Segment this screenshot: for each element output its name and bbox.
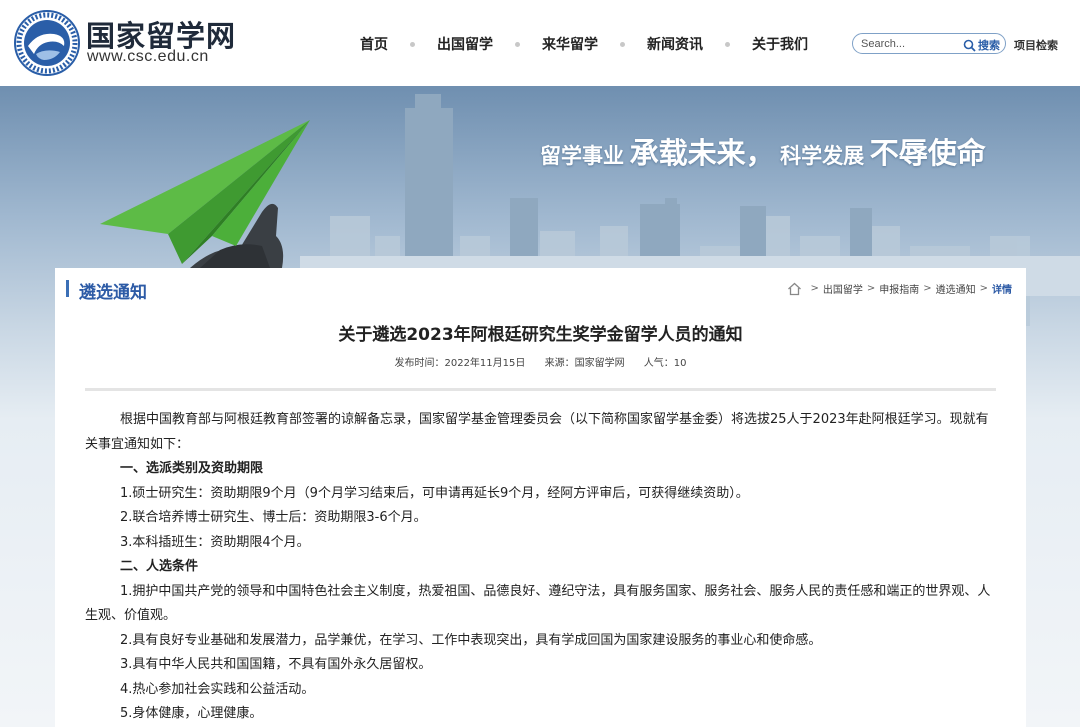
paragraph: 2.具有良好专业基础和发展潜力，品学兼优，在学习、工作中表现突出，具有学成回国为…: [120, 632, 822, 648]
breadcrumb: > 出国留学 > 申报指南 > 遴选通知 > 详情: [787, 281, 1012, 296]
article-title: 关于遴选2023年阿根廷研究生奖学金留学人员的通知: [338, 325, 743, 345]
nav-item-study-in-china[interactable]: 来华留学: [542, 34, 598, 54]
nav-separator: [725, 41, 730, 47]
content-panel: 遴选通知 > 出国留学 > 申报指南 > 遴选通知 > 详情 关于遴选2023年…: [55, 268, 1026, 727]
search-button[interactable]: 搜索: [978, 37, 1000, 53]
search-box: 搜索: [852, 33, 1006, 54]
main-nav: 首页 出国留学 来华留学 新闻资讯 关于我们: [360, 34, 808, 54]
nav-separator: [515, 41, 520, 47]
nav-item-about[interactable]: 关于我们: [752, 34, 808, 54]
search-input[interactable]: [861, 36, 961, 51]
publish-date: 发布时间：2022年11月15日: [394, 358, 525, 369]
breadcrumb-separator: >: [810, 283, 819, 294]
section-title: 遴选通知: [79, 283, 147, 303]
paragraph: 2.联合培养博士研究生、博士后：资助期限3-6个月。: [120, 510, 427, 525]
article-body: 根据中国教育部与阿根廷教育部签署的谅解备忘录，国家留学基金管理委员会（以下简称国…: [85, 408, 995, 727]
section-heading: 一、选派类别及资助期限: [120, 461, 264, 476]
slogan-part-2: 承载未来，: [629, 136, 775, 170]
breadcrumb-guide[interactable]: 申报指南: [879, 281, 919, 296]
nav-item-study-abroad[interactable]: 出国留学: [437, 34, 493, 54]
breadcrumb-separator: >: [979, 283, 988, 294]
site-header: 国家留学网 www.csc.edu.cn 首页 出国留学 来华留学 新闻资讯 关…: [0, 0, 1080, 86]
paragraph: 1.硕士研究生：资助期限9个月（9个月学习结束后，可申请再延长9个月，经阿方评审…: [120, 485, 749, 501]
views-label: 人气：: [643, 358, 674, 369]
article-meta: 发布时间：2022年11月15日 来源：国家留学网 人气：10: [55, 354, 1026, 369]
breadcrumb-current: 详情: [992, 285, 1012, 296]
csc-logo[interactable]: [14, 10, 80, 76]
source-label: 来源：: [544, 358, 575, 369]
nav-separator: [620, 41, 625, 47]
slogan-part-1: 留学事业: [540, 143, 624, 168]
breadcrumb-study-abroad[interactable]: 出国留学: [823, 281, 863, 296]
paragraph: 3.本科插班生：资助期限4个月。: [120, 534, 310, 550]
source: 来源：国家留学网: [545, 358, 625, 369]
paragraph: 5.身体健康，心理健康。: [120, 706, 263, 721]
breadcrumb-separator: >: [923, 283, 932, 294]
paragraph: 1.拥护中国共产党的领导和中国特色社会主义制度，热爱祖国、品德良好、遵纪守法，具…: [85, 583, 991, 624]
home-icon[interactable]: [787, 282, 802, 296]
nav-item-news[interactable]: 新闻资讯: [647, 34, 703, 54]
publish-value: 2022年11月15日: [444, 358, 526, 369]
publish-label: 发布时间：: [394, 358, 445, 369]
divider: [85, 388, 996, 391]
section-accent-bar: [66, 280, 69, 297]
paragraph: 4.热心参加社会实践和公益活动。: [120, 681, 315, 697]
slogan-part-4: 不辱使命: [869, 136, 986, 170]
search-icon[interactable]: [963, 37, 976, 52]
paragraph: 根据中国教育部与阿根廷教育部签署的谅解备忘录，国家留学基金管理委员会（以下简称国…: [85, 412, 989, 452]
view-count: 人气：10: [644, 358, 687, 369]
nav-item-home[interactable]: 首页: [360, 34, 388, 54]
project-search-link[interactable]: 项目检索: [1014, 37, 1058, 53]
section-heading: 二、人选条件: [120, 559, 199, 574]
nav-separator: [410, 41, 415, 47]
views-value: 10: [673, 358, 687, 369]
source-value: 国家留学网: [574, 358, 625, 369]
paragraph: 3.具有中华人民共和国国籍，不具有国外永久居留权。: [120, 657, 432, 672]
banner-slogan: 留学事业 承载未来， 科学发展 不辱使命: [540, 130, 986, 172]
breadcrumb-separator: >: [866, 283, 876, 294]
breadcrumb-notice[interactable]: 遴选通知: [936, 281, 976, 296]
slogan-part-3: 科学发展: [780, 143, 865, 168]
site-url[interactable]: www.csc.edu.cn: [87, 48, 209, 66]
